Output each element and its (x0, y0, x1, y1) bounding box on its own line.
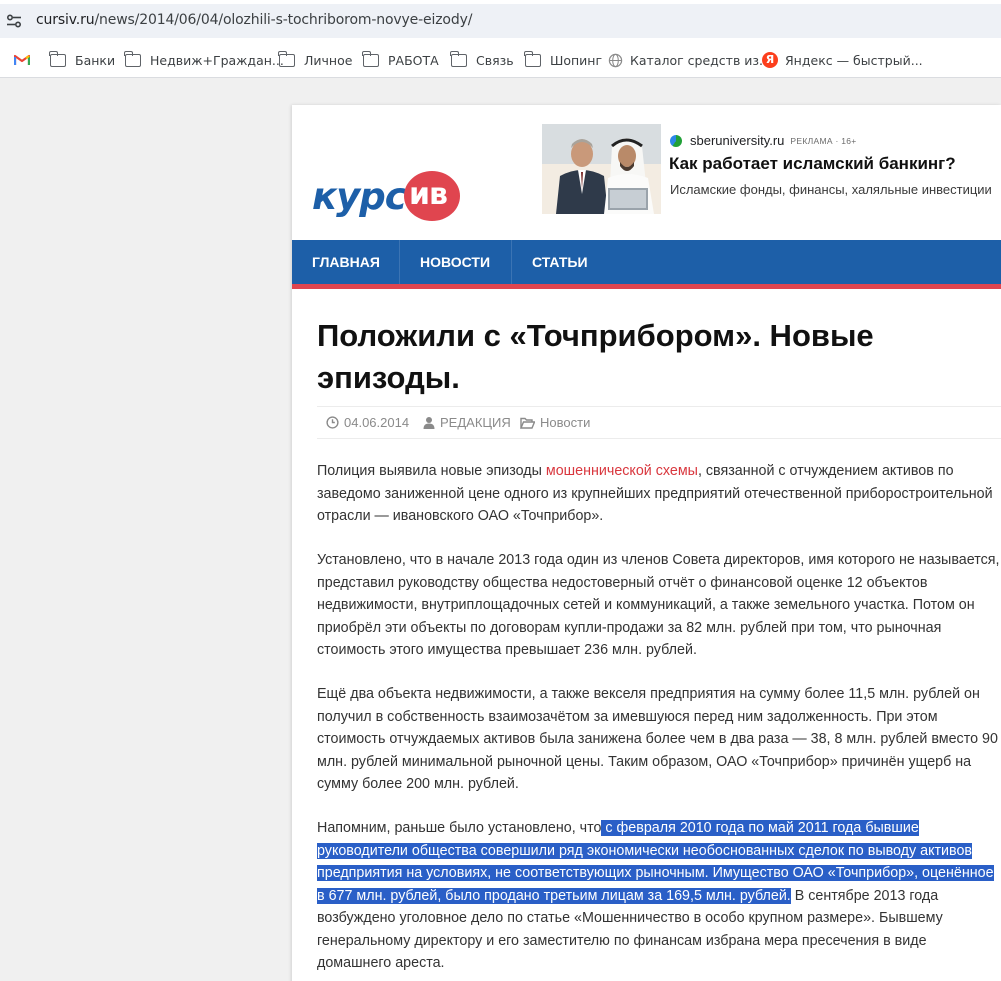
article-author[interactable]: РЕДАКЦИЯ (423, 415, 511, 430)
bookmark-label: Связь (476, 52, 514, 68)
text-span: Полиция выявила новые эпизоды (317, 463, 546, 479)
bookmark-label: Каталог средств из... (630, 52, 771, 68)
ad-image (542, 124, 661, 214)
paragraph: Напомним, раньше было установлено, что с… (317, 817, 1001, 975)
folder-icon (278, 50, 295, 67)
folder-icon (362, 50, 379, 67)
date-text: 04.06.2014 (344, 415, 410, 430)
folder-icon (450, 50, 467, 67)
ad-label: РЕКЛАМА · 16+ (790, 135, 857, 146)
site-logo[interactable]: курс ив (312, 167, 462, 227)
main-nav: ГЛАВНАЯ НОВОСТИ СТАТЬИ (292, 240, 1001, 289)
logo-text: курс (312, 175, 407, 218)
ad-domain[interactable]: sberuniversity.ru РЕКЛАМА · 16+ (670, 133, 857, 148)
fraud-scheme-link[interactable]: мошеннической схемы (546, 463, 698, 479)
folder-open-icon (520, 417, 535, 429)
bookmark-svyaz[interactable]: Связь (450, 50, 514, 69)
page-viewport: курс ив sberuniversity.ru РЕКЛАМА · 16+ … (0, 79, 1001, 981)
bookmark-rabota[interactable]: РАБОТА (362, 50, 439, 69)
ad-description: Исламские фонды, финансы, халяльные инве… (670, 182, 992, 197)
gmail-icon (14, 54, 30, 65)
nav-item-articles[interactable]: СТАТЬИ (512, 240, 608, 284)
ad-domain-text: sberuniversity.ru (690, 133, 785, 148)
ad-banner[interactable]: sberuniversity.ru РЕКЛАМА · 16+ Как рабо… (542, 124, 1001, 214)
site-container: курс ив sberuniversity.ru РЕКЛАМА · 16+ … (292, 105, 1001, 981)
bookmark-gmail[interactable] (14, 51, 30, 69)
folder-icon (49, 50, 66, 67)
bookmark-yandex[interactable]: Я Яндекс — быстрый... (762, 51, 923, 69)
bookmark-label: Недвиж+Граждан... (150, 52, 284, 68)
bookmark-label: Банки (75, 52, 116, 68)
bookmark-label: РАБОТА (388, 52, 439, 68)
category-text: Новости (540, 415, 591, 430)
folder-icon (524, 50, 541, 67)
paragraph: Полиция выявила новые эпизоды мошенничес… (317, 460, 1001, 528)
globe-icon (608, 53, 623, 67)
article-category[interactable]: Новости (520, 415, 590, 430)
bookmark-lichnoe[interactable]: Личное (278, 50, 353, 69)
url-text[interactable]: cursiv.ru/news/2014/06/04/olozhili-s-toc… (36, 12, 472, 28)
author-text: РЕДАКЦИЯ (440, 415, 511, 430)
article-title: Положили с «Точприбором». Новые эпизоды. (317, 318, 874, 395)
bookmark-label: Личное (304, 52, 353, 68)
bookmark-katalog[interactable]: Каталог средств из... (608, 51, 771, 69)
sber-logo-icon (670, 134, 682, 147)
bookmark-label: Яндекс — быстрый... (785, 52, 923, 68)
logo-badge-text: ив (409, 177, 448, 212)
paragraph: Ещё два объекта недвижимости, а также ве… (317, 686, 998, 792)
bookmark-shoping[interactable]: Шопинг (524, 50, 603, 69)
article-date[interactable]: 04.06.2014 (326, 415, 409, 430)
url-path: /news/2014/06/04/olozhili-s-tochriborom-… (94, 12, 473, 28)
bookmark-nedvizh[interactable]: Недвиж+Граждан... (124, 50, 284, 69)
bookmarks-bar: Банки Недвиж+Граждан... Личное РАБОТА Св… (0, 42, 1001, 78)
bookmark-label: Шопинг (550, 52, 603, 68)
article-meta: 04.06.2014 РЕДАКЦИЯ Новости (317, 406, 1001, 439)
nav-item-home[interactable]: ГЛАВНАЯ (292, 240, 400, 284)
text-span: Напомним, раньше было установлено, что (317, 820, 602, 836)
folder-icon (124, 50, 141, 67)
yandex-icon: Я (762, 52, 778, 68)
url-host: cursiv.ru (36, 12, 95, 28)
user-icon (423, 417, 435, 429)
clock-icon (326, 416, 339, 429)
ad-title[interactable]: Как работает исламский банкинг? (669, 154, 956, 174)
paragraph: Установлено, что в начале 2013 года один… (317, 552, 1000, 658)
bookmark-banki[interactable]: Банки (49, 50, 116, 69)
browser-address-bar: cursiv.ru/news/2014/06/04/olozhili-s-toc… (0, 0, 1001, 42)
article-body: Полиция выявила новые эпизоды мошенничес… (317, 460, 1001, 981)
nav-item-news[interactable]: НОВОСТИ (400, 240, 510, 284)
site-info-icon[interactable] (6, 14, 22, 28)
